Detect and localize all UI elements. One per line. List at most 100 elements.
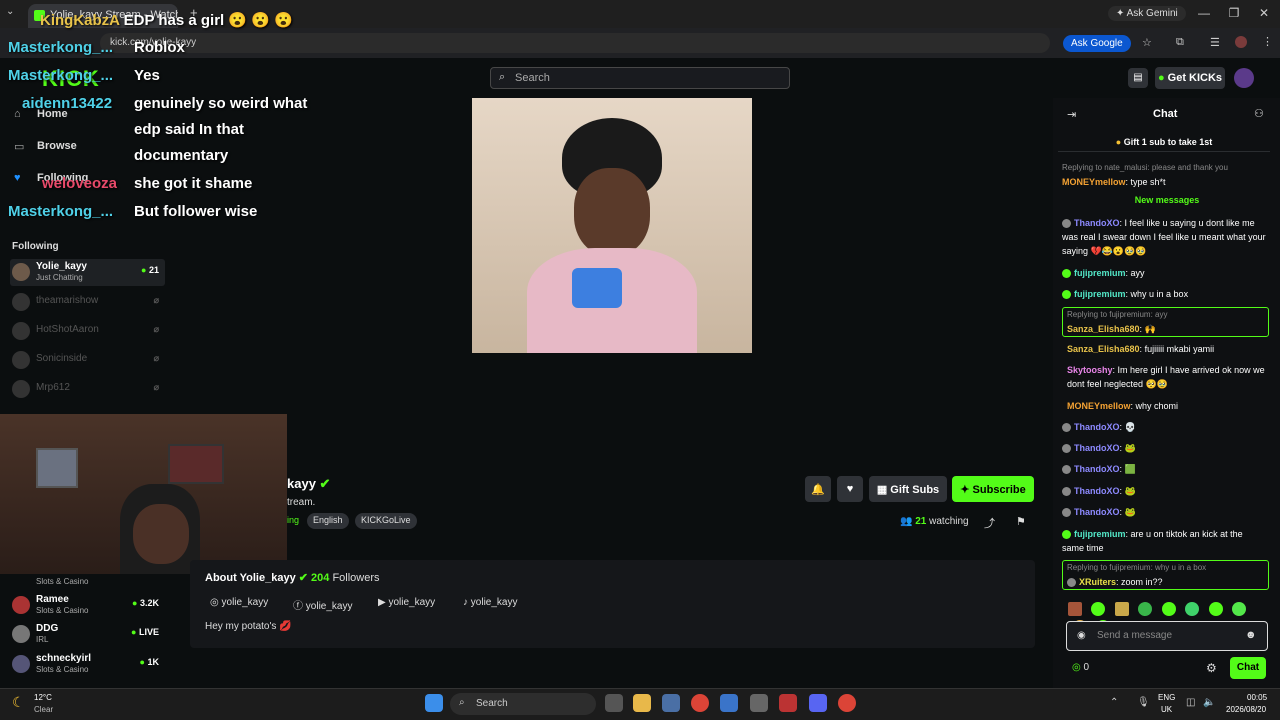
webcam-overlay <box>0 414 287 574</box>
emote-icon[interactable] <box>1185 601 1200 616</box>
microphone-icon[interactable]: 🎙 <box>1137 697 1150 708</box>
app-icon[interactable] <box>779 694 797 712</box>
instagram-link[interactable]: ◎ yolie_kayy <box>210 597 268 608</box>
collapse-chat-icon[interactable]: ⇥ <box>1067 108 1076 121</box>
nav-browse[interactable]: Browse <box>37 140 77 152</box>
recommended-item-ddg[interactable]: DDG IRL ● LIVE <box>10 621 165 648</box>
emote-icon[interactable] <box>1068 601 1082 616</box>
share-icon[interactable]: ⤴ <box>984 515 995 531</box>
tray-chevron-icon[interactable]: ⌃ <box>1110 697 1118 708</box>
chat-message[interactable]: fujipremium: ayy <box>1062 266 1272 280</box>
ask-gemini-button[interactable]: ✦ Ask Gemini <box>1108 6 1186 21</box>
overlay-user: Masterkong_... <box>8 67 114 84</box>
recommended-item-schnecky[interactable]: schneckyirl Slots & Casino ● 1K <box>10 651 165 678</box>
emote-icon[interactable] <box>1138 601 1153 616</box>
emote-icon[interactable] <box>1208 601 1223 616</box>
gift-banner[interactable]: ● Gift 1 sub to take 1st <box>1058 134 1270 152</box>
file-explorer-icon[interactable] <box>633 694 651 712</box>
tiktok-link[interactable]: ♪ yolie_kayy <box>463 597 517 608</box>
tag-english[interactable]: English <box>307 513 349 529</box>
reading-list-icon[interactable]: ☰ <box>1210 36 1220 49</box>
emote-icon[interactable] <box>1091 601 1106 616</box>
chrome-icon[interactable] <box>691 694 709 712</box>
search-input[interactable]: ⌕ Search <box>490 67 790 89</box>
start-icon[interactable] <box>425 694 443 712</box>
chat-message[interactable]: fujipremium: are u on tiktok an kick at … <box>1062 527 1267 555</box>
minimize-icon[interactable]: — <box>1194 6 1214 20</box>
phone-shape <box>572 268 622 308</box>
chat-message[interactable]: ThandoXO: 💀 <box>1062 420 1272 434</box>
browser-menu-icon[interactable]: ⋮ <box>1262 35 1273 48</box>
channel-category: IRL <box>36 635 49 644</box>
store-icon[interactable] <box>720 694 738 712</box>
chat-settings-icon[interactable]: ⚙ <box>1206 661 1217 675</box>
reply-mode-icon[interactable]: ◉ <box>1077 630 1086 641</box>
overlay-user: Masterkong_... <box>8 39 114 56</box>
get-kicks-button[interactable]: ● Get KICKs <box>1155 67 1225 89</box>
bookmark-star-icon[interactable]: ☆ <box>1142 36 1152 49</box>
clock-date[interactable]: 2026/08/20 <box>1226 705 1266 714</box>
subscribe-button[interactable]: ✦ Subscribe <box>952 476 1034 502</box>
discord-icon[interactable] <box>809 694 827 712</box>
library-icon[interactable]: ▤ <box>1128 68 1148 88</box>
chat-message[interactable]: fujipremium: why u in a box <box>1062 287 1272 301</box>
channel-points[interactable]: ◎ 0 <box>1072 662 1089 673</box>
followers-label: Followers <box>332 572 380 584</box>
follow-button[interactable]: ♥ <box>837 476 863 502</box>
clock-time[interactable]: 00:05 <box>1247 693 1267 702</box>
volume-icon[interactable]: 🔈 <box>1203 697 1215 708</box>
close-icon[interactable]: ✕ <box>1254 6 1274 20</box>
app-icon[interactable] <box>750 694 768 712</box>
youtube-link[interactable]: ▶ yolie_kayy <box>378 597 435 608</box>
emote-icon[interactable] <box>1232 601 1247 616</box>
chat-users-icon[interactable]: ⚇ <box>1254 107 1264 120</box>
network-icon[interactable]: ◫ <box>1186 697 1195 708</box>
tab-list-icon[interactable]: ⌄ <box>6 6 14 17</box>
maximize-icon[interactable]: ❐ <box>1224 6 1244 20</box>
following-item[interactable]: theamarishow ⌀ <box>10 289 165 316</box>
coin-icon: ● <box>1115 137 1122 147</box>
chat-message[interactable]: Replying to nate_malusi: please and than… <box>1062 161 1272 189</box>
chat-input-placeholder: Send a message <box>1097 630 1173 641</box>
send-chat-button[interactable]: Chat <box>1230 657 1266 679</box>
category-tag[interactable]: ing <box>287 515 299 525</box>
gift-subs-button[interactable]: ▦ Gift Subs <box>869 476 947 502</box>
user-avatar[interactable] <box>1234 68 1254 88</box>
extensions-icon[interactable]: ⧉ <box>1176 36 1184 49</box>
chat-message[interactable]: ThandoXO: I feel like u saying u dont li… <box>1062 216 1272 258</box>
language-indicator[interactable]: ENG <box>1158 693 1175 702</box>
settings-app-icon[interactable] <box>662 694 680 712</box>
channel-name: Sonicinside <box>36 353 88 364</box>
taskbar-search[interactable]: ⌕ Search <box>450 693 596 715</box>
emote-icon[interactable] <box>1114 601 1129 616</box>
task-view-icon[interactable] <box>605 694 623 712</box>
emoji-picker-icon[interactable]: ☻ <box>1245 629 1257 641</box>
chat-message[interactable]: Skytooshy: Im here girl I have arrived o… <box>1067 363 1272 391</box>
tag-kickgolive[interactable]: KICKGoLive <box>355 513 417 529</box>
chat-input[interactable]: ◉ Send a message ☻ <box>1066 621 1268 651</box>
chrome-active-icon[interactable] <box>838 694 856 712</box>
recommended-item-ramee[interactable]: Ramee Slots & Casino ● 3.2K <box>10 592 165 619</box>
chat-message[interactable]: ThandoXO: 🟩 <box>1062 462 1272 476</box>
notification-bell-button[interactable]: 🔔 <box>805 476 831 502</box>
chat-message[interactable]: Sanza_Elisha680: fujiiiii mkabi yamii <box>1067 342 1277 356</box>
profile-avatar[interactable] <box>1235 36 1247 48</box>
emote-icon[interactable] <box>1161 601 1176 616</box>
chat-message[interactable]: ThandoXO: 🐸 <box>1062 505 1272 519</box>
region-indicator[interactable]: UK <box>1161 705 1172 714</box>
chat-message[interactable]: MONEYmellow: why chomi <box>1067 399 1277 413</box>
ask-google-button[interactable]: Ask Google <box>1063 35 1131 52</box>
following-item[interactable]: HotShotAaron ⌀ <box>10 318 165 345</box>
following-item[interactable]: Mrp612 ⌀ <box>10 376 165 403</box>
following-item[interactable]: Sonicinside ⌀ <box>10 347 165 374</box>
chat-message[interactable]: Replying to fujipremium: ayy Sanza_Elisha… <box>1067 308 1267 336</box>
chat-message[interactable]: ThandoXO: 🐸 <box>1062 484 1272 498</box>
stream-video[interactable] <box>472 98 752 353</box>
facebook-link[interactable]: ⓕ yolie_kayy <box>293 597 352 612</box>
chat-message[interactable]: Replying to fujipremium: why u in a box X… <box>1067 561 1267 589</box>
report-icon[interactable]: ⚑ <box>1016 515 1026 528</box>
following-item-yolie[interactable]: Yolie_kayy Just Chatting ● 21 <box>10 259 165 286</box>
chat-message[interactable]: ThandoXO: 🐸 <box>1062 441 1272 455</box>
address-bar[interactable]: kick.com/yolie-kayy <box>100 33 1050 53</box>
overlay-user: aidenn13422 <box>22 95 113 112</box>
